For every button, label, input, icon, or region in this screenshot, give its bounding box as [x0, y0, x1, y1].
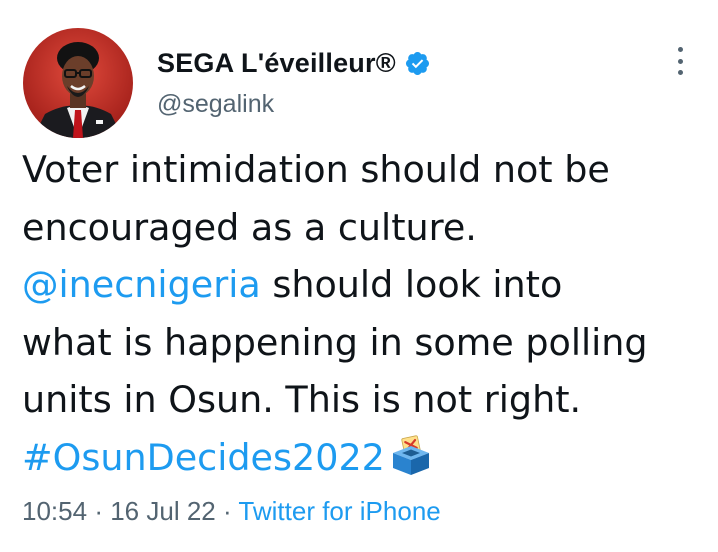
tweet-line: Voter intimidation should not be — [22, 148, 610, 191]
tweet-line: #OsunDecides2022 — [22, 429, 712, 487]
hashtag-link[interactable]: #OsunDecides2022 — [22, 436, 385, 479]
tweet-line: units in Osun. This is not right. — [22, 378, 582, 421]
mention-link[interactable]: @inecnigeria — [22, 263, 261, 306]
meta-separator: · — [94, 496, 103, 526]
tweet-card: SEGA L'éveilleur® @segalink Voter intimi… — [0, 0, 718, 552]
more-dot — [677, 70, 683, 75]
author-name-row: SEGA L'éveilleur® — [157, 46, 431, 80]
ballot-box-icon — [389, 433, 433, 477]
tweet-date[interactable]: 16 Jul 22 — [110, 496, 216, 526]
tweet-source-link[interactable]: Twitter for iPhone — [238, 496, 440, 526]
author-handle[interactable]: @segalink — [157, 90, 274, 119]
more-dot — [677, 47, 683, 52]
more-dot — [677, 58, 683, 64]
tweet-line: what is happening in some polling — [22, 320, 648, 364]
author-display-name[interactable]: SEGA L'éveilleur® — [157, 48, 396, 79]
tweet-meta: 10:54 · 16 Jul 22 · Twitter for iPhone — [22, 496, 441, 527]
verified-badge-icon — [404, 50, 431, 77]
tweet-line: encouraged as a culture. — [22, 205, 477, 249]
more-vertical-icon[interactable] — [668, 44, 692, 78]
profile-avatar[interactable] — [23, 28, 133, 138]
meta-separator: · — [222, 496, 232, 526]
tweet-time[interactable]: 10:54 — [22, 496, 87, 526]
tweet-text: Voter intimidation should not be encoura… — [22, 141, 712, 486]
tweet-line: @inecnigeria should look into — [22, 256, 712, 314]
tweet-line-text: should look into — [260, 263, 563, 306]
